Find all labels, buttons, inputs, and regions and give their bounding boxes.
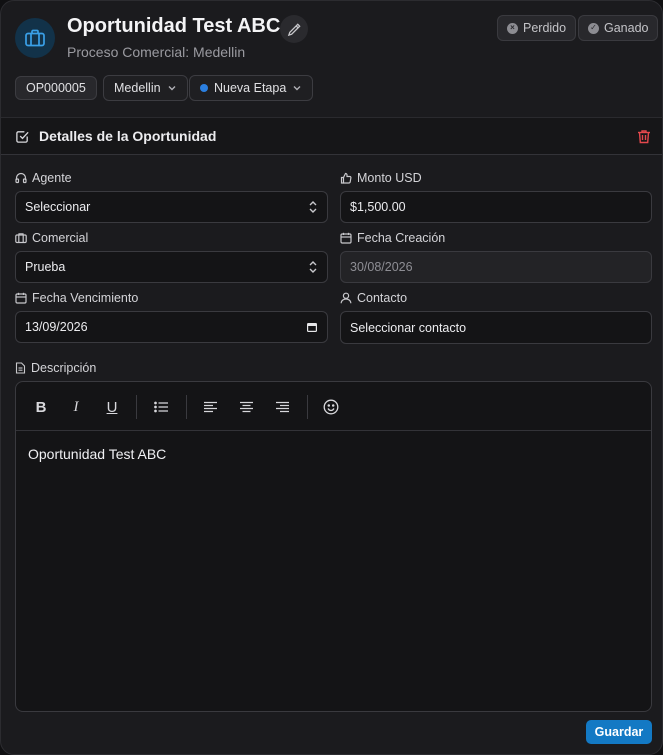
underline-button[interactable]: U [101, 396, 123, 418]
trash-icon[interactable] [637, 129, 651, 144]
lost-button[interactable]: × Perdido [497, 15, 577, 41]
contact-select[interactable]: Seleccionar contacto [340, 311, 652, 344]
bold-button[interactable]: B [30, 396, 52, 418]
align-center-button[interactable] [235, 396, 257, 418]
won-button[interactable]: ✓ Ganado [578, 15, 659, 41]
header: Oportunidad Test ABC Proceso Comercial: … [1, 1, 662, 117]
commercial-label: Comercial [15, 231, 88, 245]
section-title: Detalles de la Oportunidad [39, 128, 217, 144]
align-left-button[interactable] [199, 396, 221, 418]
created-label-text: Fecha Creación [357, 231, 446, 245]
amount-label-text: Monto USD [357, 171, 422, 185]
calendar-icon [340, 232, 352, 244]
emoji-button[interactable] [320, 396, 342, 418]
toolbar-divider [307, 395, 308, 419]
amount-value: $1,500.00 [350, 200, 406, 214]
contact-label-text: Contacto [357, 291, 408, 305]
amount-label: Monto USD [340, 171, 422, 185]
select-arrows-icon [309, 261, 317, 273]
contact-value: Seleccionar contacto [350, 320, 467, 335]
edit-title-button[interactable] [280, 15, 308, 43]
save-label: Guardar [594, 725, 644, 739]
italic-icon: I [73, 398, 79, 415]
smiley-icon [323, 399, 339, 415]
page-title: Oportunidad Test ABC [67, 15, 281, 37]
align-left-icon [203, 401, 217, 413]
select-arrows-icon [309, 201, 317, 213]
bold-icon: B [35, 398, 47, 416]
agent-value: Seleccionar [25, 200, 91, 214]
code-label: OP000005 [26, 81, 86, 95]
check-circle-icon: ✓ [588, 22, 599, 34]
created-label: Fecha Creación [340, 231, 445, 245]
calendar-picker-icon[interactable] [306, 321, 318, 333]
headphones-icon [15, 172, 27, 184]
city-dropdown[interactable]: Medellin [103, 75, 188, 101]
description-label: Descripción [15, 361, 96, 375]
chevron-down-icon [168, 86, 176, 91]
italic-button[interactable]: I [65, 396, 87, 418]
briefcase-logo [15, 18, 55, 58]
section-header: Detalles de la Oportunidad [1, 117, 662, 155]
amount-input[interactable]: $1,500.00 [340, 191, 652, 223]
briefcase-small-icon [15, 233, 27, 244]
due-value: 13/09/2026 [25, 320, 88, 334]
thumbs-up-icon [340, 172, 352, 184]
city-label: Medellin [114, 81, 161, 95]
opportunity-code-badge: OP000005 [15, 76, 97, 100]
underline-icon: U [106, 398, 118, 416]
due-label: Fecha Vencimiento [15, 291, 138, 305]
description-editor[interactable]: B I U Oportunidad Test ABC [15, 381, 652, 712]
due-label-text: Fecha Vencimiento [32, 291, 139, 305]
bullet-list-button[interactable] [150, 396, 172, 418]
user-icon [340, 292, 352, 304]
commercial-value: Prueba [25, 260, 66, 274]
agent-label: Agente [15, 171, 72, 185]
commercial-select[interactable]: Prueba [15, 251, 328, 283]
align-center-icon [239, 401, 253, 413]
created-value: 30/08/2026 [350, 260, 413, 274]
description-label-text: Descripción [31, 361, 97, 375]
align-right-icon [275, 401, 289, 413]
agent-label-text: Agente [32, 171, 72, 185]
agent-select[interactable]: Seleccionar [15, 191, 328, 223]
stage-dot-icon [200, 84, 208, 92]
pencil-icon [287, 22, 301, 36]
commercial-label-text: Comercial [32, 231, 89, 245]
contact-label: Contacto [340, 291, 407, 305]
lost-label: Perdido [523, 21, 567, 35]
description-content[interactable]: Oportunidad Test ABC [28, 446, 166, 462]
chevron-down-icon [293, 86, 301, 91]
stage-label: Nueva Etapa [214, 81, 287, 95]
document-icon [15, 362, 26, 374]
opportunity-panel: Oportunidad Test ABC Proceso Comercial: … [0, 0, 663, 755]
stage-dropdown[interactable]: Nueva Etapa [189, 75, 314, 101]
won-label: Ganado [604, 21, 649, 35]
x-circle-icon: × [507, 22, 518, 34]
created-date-field: 30/08/2026 [340, 251, 652, 283]
checkbox-icon [16, 131, 29, 143]
editor-toolbar: B I U [16, 382, 651, 431]
briefcase-icon [25, 29, 45, 47]
align-right-button[interactable] [271, 396, 293, 418]
save-button[interactable]: Guardar [586, 720, 652, 744]
due-date-input[interactable]: 13/09/2026 [15, 311, 328, 343]
process-subtitle: Proceso Comercial: Medellin [67, 44, 246, 60]
calendar-icon [15, 292, 27, 304]
toolbar-divider [136, 395, 137, 419]
list-icon [153, 401, 168, 413]
toolbar-divider [186, 395, 187, 419]
